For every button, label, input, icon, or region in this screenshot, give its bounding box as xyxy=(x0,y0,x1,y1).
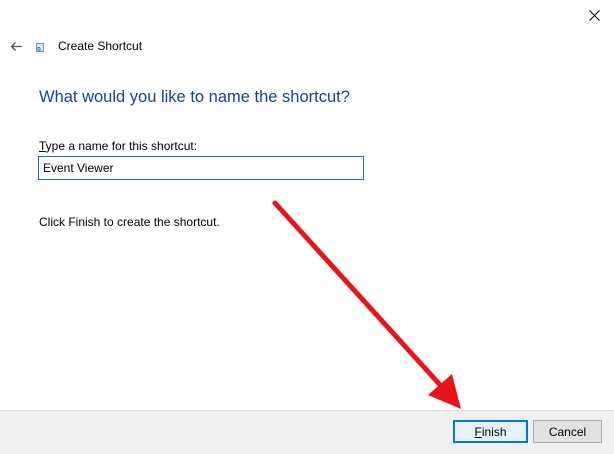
finish-button[interactable]: Finish xyxy=(453,420,528,443)
create-shortcut-dialog: Create Shortcut What would you like to n… xyxy=(0,0,614,454)
label-text: ype a name for this shortcut: xyxy=(45,139,198,153)
cancel-button[interactable]: Cancel xyxy=(533,420,602,443)
back-button[interactable] xyxy=(6,36,26,56)
finish-label: inish xyxy=(481,424,507,439)
back-arrow-icon xyxy=(10,41,22,51)
finish-access-key: F xyxy=(474,424,482,439)
window-title: Create Shortcut xyxy=(58,39,143,53)
finish-hint-text: Click Finish to create the shortcut. xyxy=(39,215,220,229)
label-access-key: T xyxy=(39,139,46,153)
close-button[interactable] xyxy=(582,4,606,26)
shortcut-name-label: Type a name for this shortcut: xyxy=(39,139,197,154)
shortcut-name-input[interactable] xyxy=(38,156,364,180)
close-icon xyxy=(588,9,600,21)
page-heading: What would you like to name the shortcut… xyxy=(39,88,350,106)
shortcut-app-icon xyxy=(36,43,44,52)
annotation-arrow-head xyxy=(428,374,461,409)
annotation-arrow-shaft xyxy=(272,200,445,390)
